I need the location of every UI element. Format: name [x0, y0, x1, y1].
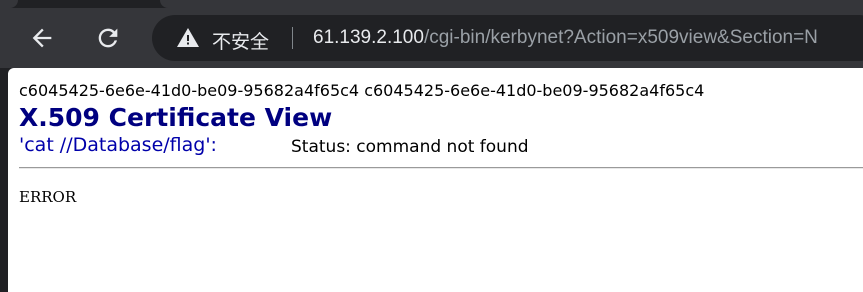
tab-strip-edge — [0, 0, 18, 8]
tab-strip — [0, 0, 863, 8]
back-arrow-icon — [32, 28, 52, 48]
horizontal-divider — [19, 167, 863, 169]
url-host: 61.139.2.100 — [313, 27, 424, 48]
browser-toolbar: 不安全 61.139.2.100/cgi-bin/kerbynet?Action… — [0, 0, 863, 68]
session-id-line: c6045425-6e6e-41d0-be09-95682a4f65c4 c60… — [19, 81, 705, 100]
command-label: 'cat //Database/flag': — [19, 134, 217, 156]
security-status-label[interactable]: 不安全 — [212, 27, 269, 54]
warning-triangle-icon[interactable] — [176, 26, 200, 50]
address-bar[interactable]: 不安全 61.139.2.100/cgi-bin/kerbynet?Action… — [152, 15, 863, 61]
reload-button[interactable] — [90, 20, 126, 56]
page-title: X.509 Certificate View — [19, 103, 333, 132]
active-tab-edge[interactable] — [160, 0, 863, 8]
page-viewport: c6045425-6e6e-41d0-be09-95682a4f65c4 c60… — [8, 68, 863, 292]
omnibox-divider — [292, 27, 293, 49]
status-text: Status: command not found — [291, 137, 529, 157]
back-button[interactable] — [24, 20, 60, 56]
error-message: ERROR — [19, 188, 77, 206]
reload-icon — [98, 28, 118, 48]
url-text[interactable]: 61.139.2.100/cgi-bin/kerbynet?Action=x50… — [313, 27, 818, 49]
url-path: /cgi-bin/kerbynet?Action=x509view&Sectio… — [423, 27, 818, 48]
